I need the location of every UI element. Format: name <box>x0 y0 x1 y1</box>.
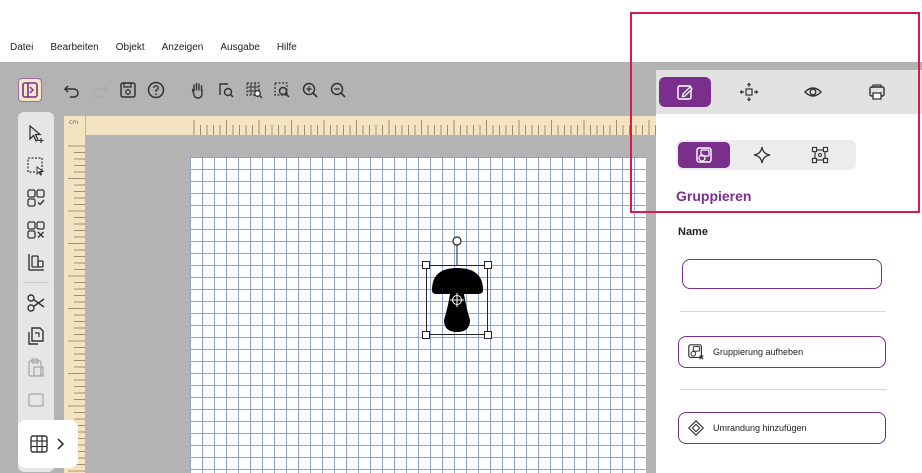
panel-toggle-icon[interactable] <box>18 78 42 102</box>
group-icon[interactable] <box>678 142 730 168</box>
panel-title: Gruppieren <box>676 188 752 204</box>
save-icon[interactable] <box>116 78 140 102</box>
ungroup-icon <box>688 344 704 360</box>
ruler-top <box>64 116 660 136</box>
left-toolbar <box>18 112 54 472</box>
resize-handle-bottom-left[interactable] <box>422 331 430 339</box>
menu-bearbeiten[interactable]: Bearbeiten <box>50 42 98 53</box>
menu-bar: Datei Bearbeiten Objekt Anzeigen Ausgabe… <box>0 36 922 58</box>
paste-icon[interactable] <box>23 354 49 380</box>
name-label: Name <box>678 226 708 238</box>
zoom-page-icon[interactable] <box>214 78 238 102</box>
deselect-icon[interactable] <box>23 217 49 243</box>
ruler-unit-label: cm <box>69 119 79 126</box>
select-add-icon[interactable] <box>23 121 49 147</box>
add-outline-button[interactable]: Umrandung hinzufügen <box>678 412 886 444</box>
zoom-selection-icon[interactable] <box>270 78 294 102</box>
view-icon[interactable] <box>787 77 839 107</box>
menu-anzeigen[interactable]: Anzeigen <box>162 42 204 53</box>
zoom-grid-icon[interactable] <box>242 78 266 102</box>
align-icon[interactable] <box>23 249 49 275</box>
panel-subtabs <box>676 140 856 170</box>
move-icon[interactable] <box>723 77 775 107</box>
menu-datei[interactable]: Datei <box>10 42 33 53</box>
redo-icon[interactable] <box>88 78 112 102</box>
resize-handle-top-left[interactable] <box>422 261 430 269</box>
panel-divider-1 <box>680 311 886 312</box>
zoom-in-icon[interactable] <box>298 78 322 102</box>
layers-table-icon <box>30 435 65 453</box>
zoom-out-icon[interactable] <box>326 78 350 102</box>
sparkle-icon[interactable] <box>736 142 788 168</box>
edit-icon[interactable] <box>659 77 711 107</box>
select-all-icon[interactable] <box>23 185 49 211</box>
name-input[interactable] <box>682 259 882 289</box>
canvas-page[interactable] <box>190 157 646 473</box>
main-toolbar <box>18 70 368 110</box>
scissors-icon[interactable] <box>23 290 49 316</box>
selection-box <box>426 265 488 335</box>
layers-panel-button[interactable] <box>18 420 78 468</box>
panel-body: Gruppieren Name Gruppierung aufheben Umr… <box>656 114 922 473</box>
menu-hilfe[interactable]: Hilfe <box>277 42 297 53</box>
resize-handle-top-right[interactable] <box>484 261 492 269</box>
left-toolbar-divider <box>23 282 49 283</box>
menu-objekt[interactable]: Objekt <box>116 42 145 53</box>
panel-divider-2 <box>680 389 886 390</box>
add-outline-icon <box>687 419 705 437</box>
marquee-select-icon[interactable] <box>23 153 49 179</box>
ungroup-button[interactable]: Gruppierung aufheben <box>678 336 886 368</box>
ungroup-label: Gruppierung aufheben <box>713 347 804 357</box>
undo-icon[interactable] <box>60 78 84 102</box>
hand-icon[interactable] <box>186 78 210 102</box>
help-icon[interactable] <box>144 78 168 102</box>
ruler-top-ticks <box>193 120 656 135</box>
properties-panel: Gruppieren Name Gruppierung aufheben Umr… <box>656 70 922 473</box>
frame-icon[interactable] <box>794 142 846 168</box>
menu-ausgabe[interactable]: Ausgabe <box>220 42 259 53</box>
output-icon[interactable] <box>851 77 903 107</box>
resize-handle-bottom-right[interactable] <box>484 331 492 339</box>
app-window: Datei Bearbeiten Objekt Anzeigen Ausgabe… <box>0 0 922 473</box>
paste-in-place-icon[interactable] <box>23 386 49 412</box>
copy-icon[interactable] <box>23 322 49 348</box>
add-outline-label: Umrandung hinzufügen <box>713 423 807 433</box>
panel-tab-bar <box>656 70 922 114</box>
